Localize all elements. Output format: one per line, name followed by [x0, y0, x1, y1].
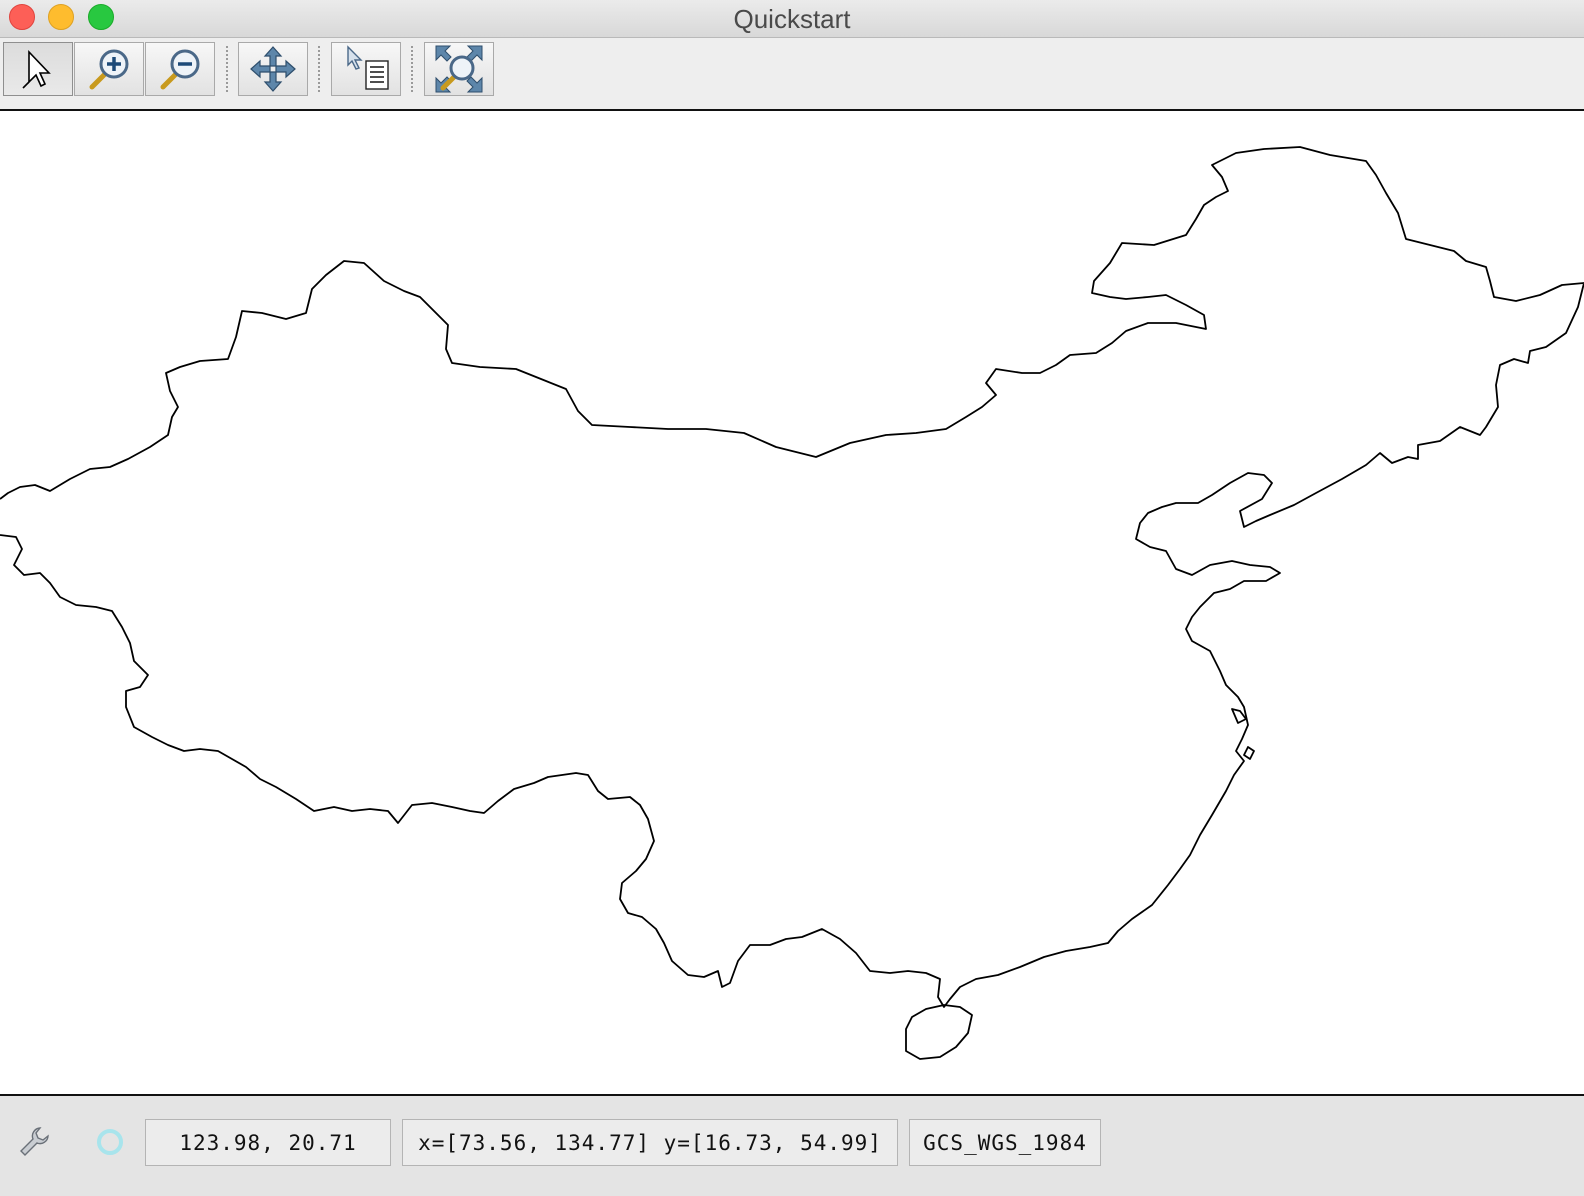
- status-bar: 123.98, 20.71 x=[73.56, 134.77] y=[16.73…: [0, 1096, 1584, 1196]
- title-bar: Quickstart: [0, 0, 1584, 38]
- pan-button[interactable]: [238, 42, 308, 96]
- zoom-extent-icon: [435, 45, 483, 93]
- crs-field[interactable]: GCS_WGS_1984: [909, 1119, 1101, 1166]
- zoom-in-button[interactable]: [74, 42, 144, 96]
- window-title: Quickstart: [733, 4, 851, 34]
- wrench-icon[interactable]: [16, 1124, 52, 1160]
- toolbar: [0, 38, 1584, 109]
- pan-arrows-icon: [250, 46, 296, 92]
- zoom-out-button[interactable]: [145, 42, 215, 96]
- map-outline: [0, 146, 1584, 1060]
- zoom-out-icon: [160, 49, 200, 90]
- pointer-tool-button[interactable]: [3, 42, 73, 96]
- info-button[interactable]: [331, 42, 401, 96]
- map-canvas[interactable]: [0, 109, 1584, 1096]
- zoom-in-icon: [89, 49, 129, 90]
- toolbar-separator: [318, 46, 320, 92]
- cursor-coordinates-field: 123.98, 20.71: [145, 1119, 391, 1166]
- toolbar-separator: [411, 46, 413, 92]
- render-status-icon: [97, 1129, 123, 1155]
- mainland-boundary: [0, 146, 1584, 1008]
- map-extent-field: x=[73.56, 134.77] y=[16.73, 54.99]: [402, 1119, 898, 1166]
- zoom-extent-button[interactable]: [424, 42, 494, 96]
- info-pointer-icon: [347, 45, 389, 90]
- arrow-cursor-icon: [22, 50, 51, 89]
- toolbar-separator: [226, 46, 228, 92]
- hainan-island: [905, 1004, 973, 1060]
